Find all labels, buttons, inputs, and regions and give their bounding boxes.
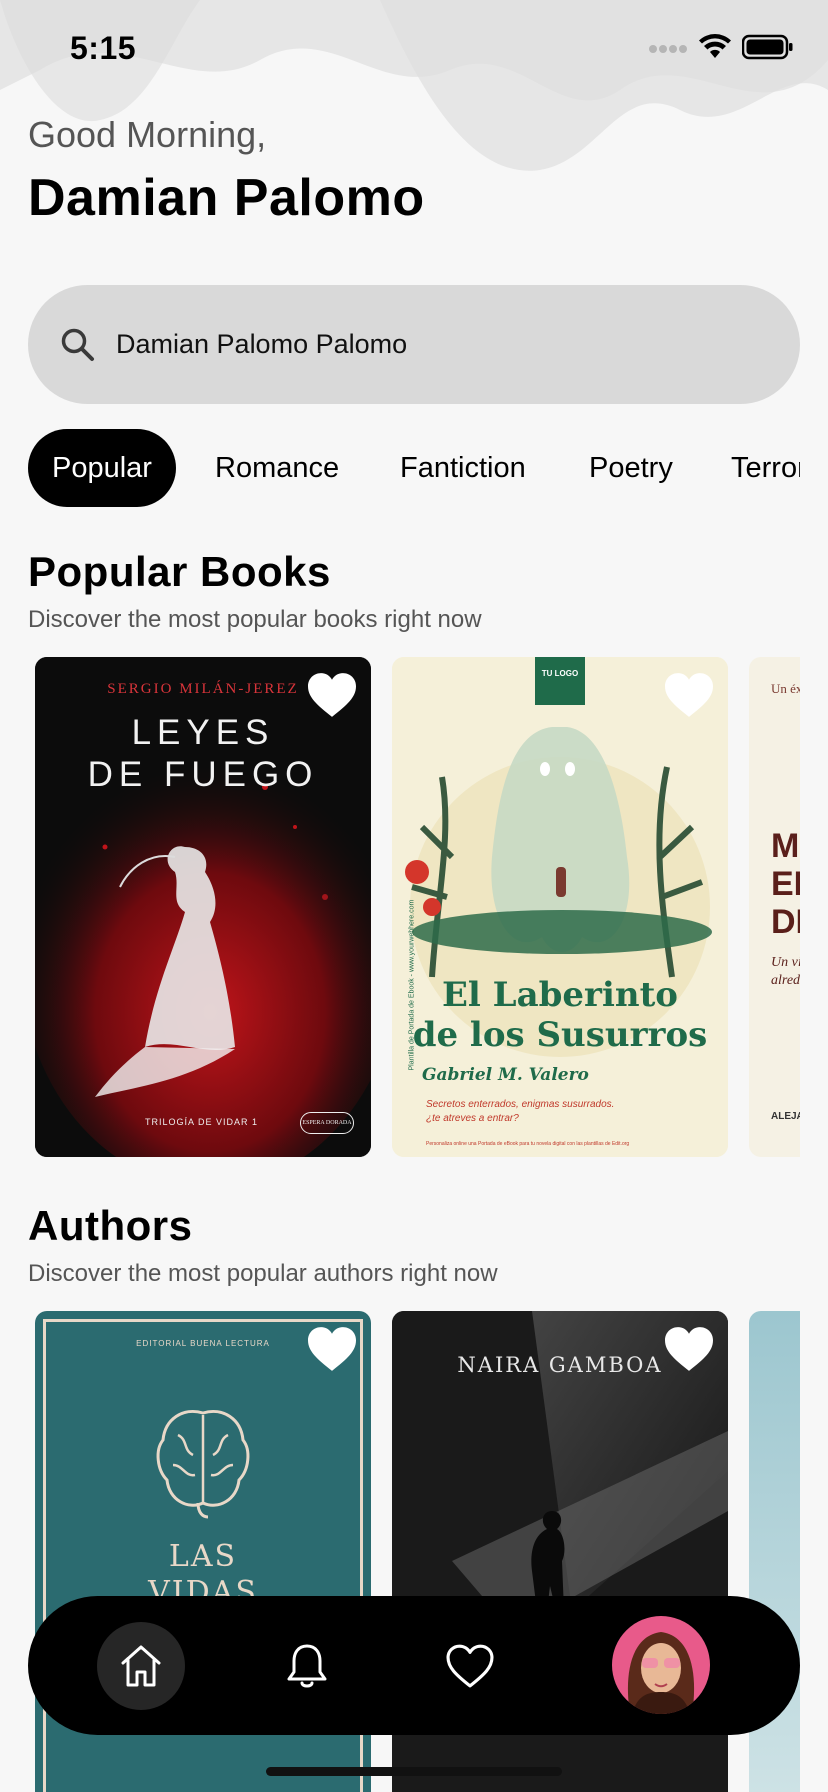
category-tabs: Popular Romance Fantiction Poetry Terror: [28, 429, 800, 507]
author-cover-title-line1: LAS: [168, 1539, 238, 1574]
tab-popular[interactable]: Popular: [28, 429, 176, 507]
tab-fantiction[interactable]: Fantiction: [400, 429, 526, 507]
nav-favorites-button[interactable]: [426, 1622, 514, 1710]
nav-home-button[interactable]: [97, 1622, 185, 1710]
book-title-line1: LEYES: [131, 713, 275, 752]
brain-icon: [156, 1410, 250, 1519]
cover-logo: TU LOGO: [535, 657, 585, 705]
bell-icon: [287, 1644, 327, 1688]
book-title-line2: EN: [771, 865, 800, 903]
home-icon: [121, 1645, 161, 1687]
book-footer: Personaliza online una Portada de eBook …: [426, 1141, 630, 1147]
search-input[interactable]: Damian Palomo Palomo: [28, 285, 800, 404]
book-title-line2: de los Susurros: [412, 1015, 708, 1055]
heart-icon: [446, 1644, 494, 1688]
nav-notifications-button[interactable]: [263, 1622, 351, 1710]
authors-subtitle: Discover the most popular authors right …: [28, 1260, 498, 1287]
popular-books-title: Popular Books: [28, 548, 331, 595]
book-title-line2: DE FUEGO: [87, 755, 319, 794]
search-value: Damian Palomo Palomo: [116, 329, 408, 359]
home-indicator: [266, 1767, 562, 1776]
popular-books-subtitle: Discover the most popular books right no…: [28, 606, 482, 633]
avatar[interactable]: [612, 1616, 710, 1714]
favorite-heart-icon[interactable]: [305, 671, 359, 719]
book-tagline-line1: Un vi: [771, 955, 800, 970]
book-title-line3: DE: [771, 903, 800, 941]
tab-romance[interactable]: Romance: [215, 429, 339, 507]
book-title-line1: MI: [771, 827, 800, 865]
book-tagline-line2: ¿te atreves a entrar?: [426, 1113, 519, 1124]
favorite-heart-icon[interactable]: [305, 1325, 359, 1373]
status-time: 5:15: [70, 30, 137, 66]
favorite-heart-icon[interactable]: [662, 1325, 716, 1373]
book-card-leyes-de-fuego[interactable]: SERGIO MILÁN-JEREZ LEYES DE FUEGO TRILOG…: [35, 657, 371, 1157]
greeting-text: Good Morning,: [28, 114, 267, 155]
book-author: ALEJAND: [771, 1111, 800, 1122]
book-tagline-line1: Secretos enterrados, enigmas susurrados.: [426, 1099, 615, 1110]
book-publisher: ESPERA DORADA: [300, 1112, 354, 1134]
search-icon: [61, 328, 94, 361]
tab-terror[interactable]: Terror: [731, 429, 800, 507]
status-bar: 5:15: [0, 0, 828, 100]
tab-poetry[interactable]: Poetry: [589, 429, 673, 507]
battery-icon: [742, 34, 793, 60]
authors-title: Authors: [28, 1202, 193, 1249]
avatar-image: [612, 1616, 710, 1714]
book-series: TRILOGÍA DE VIDAR 1: [145, 1117, 259, 1127]
book-card-partial[interactable]: Un éx MI EN DE Un vi alrede ALEJAND: [749, 657, 800, 1157]
user-name: Damian Palomo: [28, 169, 425, 227]
book-tagline-line2: alrede: [771, 973, 800, 988]
book-side-text: Plantilla de Portada de Ebook - www.your…: [408, 899, 416, 1071]
favorite-heart-icon[interactable]: [662, 671, 716, 719]
book-author: Gabriel M. Valero: [422, 1065, 589, 1085]
book-card-el-laberinto[interactable]: TU LOGO El Laberinto de los Susurros Gab…: [392, 657, 728, 1157]
status-icons: [648, 34, 794, 60]
wifi-icon: [699, 34, 731, 58]
book-title-line1: El Laberinto: [442, 975, 678, 1015]
bottom-navigation: [28, 1596, 800, 1735]
book-top-text: Un éx: [771, 681, 800, 696]
cellular-signal-icon: [649, 45, 687, 53]
popular-books-carousel[interactable]: SERGIO MILÁN-JEREZ LEYES DE FUEGO TRILOG…: [0, 657, 800, 1157]
